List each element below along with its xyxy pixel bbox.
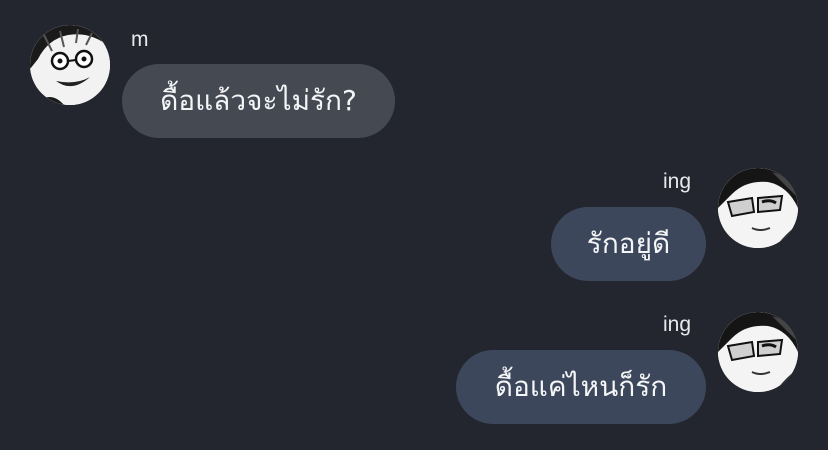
- sender-name: ing: [663, 170, 692, 193]
- sender-name: m: [131, 28, 149, 51]
- message-bubble[interactable]: ดื้อแค่ไหนก็รัก: [456, 350, 706, 424]
- sender-avatar[interactable]: [718, 312, 798, 392]
- manga-face-sunglasses-avatar-icon: [718, 168, 798, 248]
- message-bubble[interactable]: ดื้อแล้วจะไม่รัก?: [122, 64, 395, 138]
- manga-face-glasses-avatar-icon: [30, 25, 110, 105]
- manga-face-sunglasses-avatar-icon: [718, 312, 798, 392]
- message-text: ดื้อแล้วจะไม่รัก?: [160, 84, 357, 117]
- message-text: รักอยู่ดี: [586, 227, 671, 260]
- message-text: ดื้อแค่ไหนก็รัก: [494, 370, 668, 403]
- sender-avatar[interactable]: [30, 25, 110, 105]
- sender-name: ing: [663, 313, 692, 336]
- sender-avatar[interactable]: [718, 168, 798, 248]
- message-bubble[interactable]: รักอยู่ดี: [551, 207, 706, 281]
